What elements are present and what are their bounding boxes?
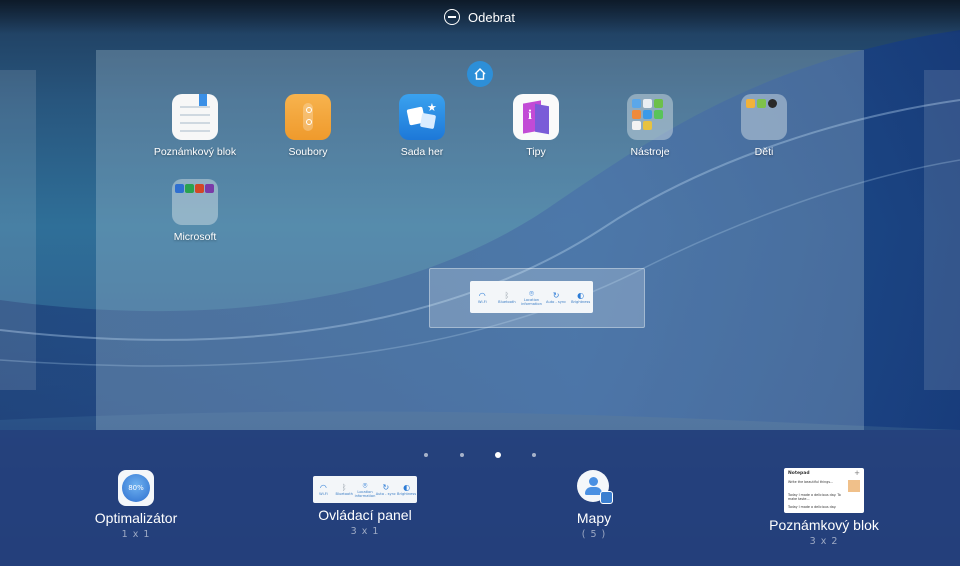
control-cell-brightness: ◐ Brightness [571,290,591,304]
notepad-widget-preview: Notepad + Write the beautiful things... … [784,468,864,513]
game-suite-icon: ★ [399,94,445,140]
app-label: Nástroje [630,146,670,158]
bluetooth-icon: ᛒ [504,290,510,300]
auto-sync-icon: ↻ [552,290,560,300]
control-cell-bluetooth: ᛒ Bluetooth [498,290,516,304]
note-thumbnail [848,480,860,492]
add-note-icon: + [854,469,860,477]
control-cell-wifi: ◠ Wi-Fi [478,290,487,304]
files-icon [285,94,331,140]
home-icon[interactable] [467,61,493,87]
app-label: Děti [754,146,774,158]
page-dot[interactable] [424,453,428,457]
widget-size: 3 x 2 [809,536,839,547]
app-files[interactable]: Soubory [253,94,363,158]
app-label: Poznámkový blok [153,146,237,158]
remove-label: Odebrat [468,9,515,25]
widget-name: Poznámkový blok [769,517,879,533]
folder-tools[interactable]: Nástroje [595,94,705,158]
previous-page-preview[interactable] [0,70,36,390]
widget-control-panel[interactable]: ◠ Wi-Fi ᛒ Bluetooth ⌾ Location information … [265,470,465,537]
widget-name: Mapy [576,510,612,526]
optimizer-widget-preview: 80% [118,470,154,506]
wifi-icon: ◠ [478,290,486,300]
bluetooth-icon: ᛒ [341,483,347,492]
brightness-icon: ◐ [577,290,585,300]
microsoft-folder-icon [172,179,218,225]
page-dot[interactable] [532,453,536,457]
auto-sync-icon: ↻ [382,483,390,492]
tips-icon: i [513,94,559,140]
control-cell-location: ⌾ Location information [521,288,542,306]
widget-name: Ovládací panel [318,507,412,523]
brightness-icon: ◐ [403,483,411,492]
app-game-suite[interactable]: ★ Sada her [367,94,477,158]
tools-folder-icon [627,94,673,140]
folder-kids[interactable]: Děti [709,94,819,158]
app-label: Microsoft [173,231,217,243]
widget-size: ( 5 ) [581,529,607,540]
app-label: Soubory [288,146,328,158]
dragged-control-widget[interactable]: ◠ Wi-Fi ᛒ Bluetooth ⌾ Location information … [470,281,593,313]
location-icon: ⌾ [529,288,534,298]
widget-size: 1 x 1 [121,529,151,540]
widget-optimizer[interactable]: 80% Optimalizátor 1 x 1 [36,470,236,540]
optimizer-gauge-icon: 80% [122,474,150,502]
page-dot[interactable] [460,453,464,457]
widget-name: Optimalizátor [94,510,178,526]
page-dot-active[interactable] [495,452,501,458]
page-indicator [420,451,550,459]
app-notepad[interactable]: Poznámkový blok [140,94,250,158]
notepad-icon [172,94,218,140]
app-label: Sada her [400,146,444,158]
remove-button[interactable]: Odebrat [444,6,515,28]
wifi-icon: ◠ [319,483,327,492]
minus-circle-icon [444,9,460,25]
app-tips[interactable]: i Tipy [481,94,591,158]
widget-maps[interactable]: Mapy ( 5 ) [494,470,694,540]
location-icon: ⌾ [362,481,368,490]
control-panel-widget-preview: ◠ Wi-Fi ᛒ Bluetooth ⌾ Location information … [313,476,417,503]
widget-notepad[interactable]: Notepad + Write the beautiful things... … [724,468,924,547]
widget-size: 3 x 1 [350,526,380,537]
control-cell-sync: ↻ Auto - sync [545,290,567,304]
kids-folder-icon [741,94,787,140]
app-label: Tipy [526,146,546,158]
maps-icon [577,470,613,506]
folder-microsoft[interactable]: Microsoft [140,179,250,243]
next-page-preview[interactable] [924,70,960,390]
